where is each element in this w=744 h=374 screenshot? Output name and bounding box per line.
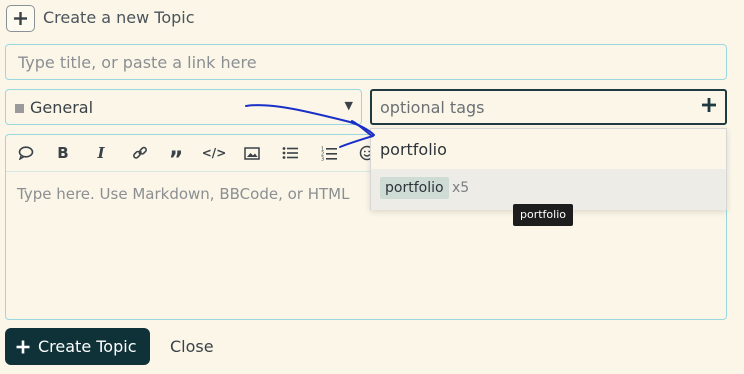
close-button[interactable]: Close <box>170 337 214 356</box>
italic-icon[interactable]: I <box>91 144 111 162</box>
create-topic-label: Create Topic <box>38 337 137 356</box>
category-value: General <box>30 98 94 117</box>
new-topic-plus-button[interactable] <box>6 5 35 32</box>
composer-title: Create a new Topic <box>43 8 195 27</box>
svg-text:3: 3 <box>321 156 324 161</box>
link-icon[interactable] <box>130 144 150 162</box>
tag-usage-count: x5 <box>452 180 470 196</box>
bold-icon[interactable]: B <box>53 144 73 162</box>
category-select[interactable]: General ▼ <box>5 89 362 125</box>
plus-icon <box>14 12 27 25</box>
tag-autocomplete-dropdown: portfolio portfolio x5 <box>370 128 727 210</box>
chevron-down-icon: ▼ <box>344 99 353 112</box>
add-tag-icon[interactable] <box>701 97 717 113</box>
tags-placeholder: optional tags <box>380 98 485 117</box>
topic-title-input[interactable] <box>5 44 727 80</box>
image-icon[interactable] <box>242 144 262 162</box>
tag-tooltip: portfolio <box>513 204 573 226</box>
tags-input[interactable]: optional tags <box>370 89 727 125</box>
code-icon[interactable]: </> <box>202 144 227 162</box>
blockquote-icon[interactable]: ” <box>166 144 186 172</box>
tag-chip: portfolio <box>380 177 449 199</box>
quote-bubble-icon[interactable] <box>16 144 36 162</box>
numbered-list-icon[interactable]: 123 <box>319 144 339 162</box>
create-topic-button[interactable]: Create Topic <box>5 328 150 365</box>
bullet-list-icon[interactable] <box>280 144 300 162</box>
category-color-swatch <box>15 104 24 113</box>
editor-placeholder: Type here. Use Markdown, BBCode, or HTML <box>17 185 350 203</box>
plus-icon <box>16 340 30 353</box>
tag-search-query[interactable]: portfolio <box>380 140 447 159</box>
